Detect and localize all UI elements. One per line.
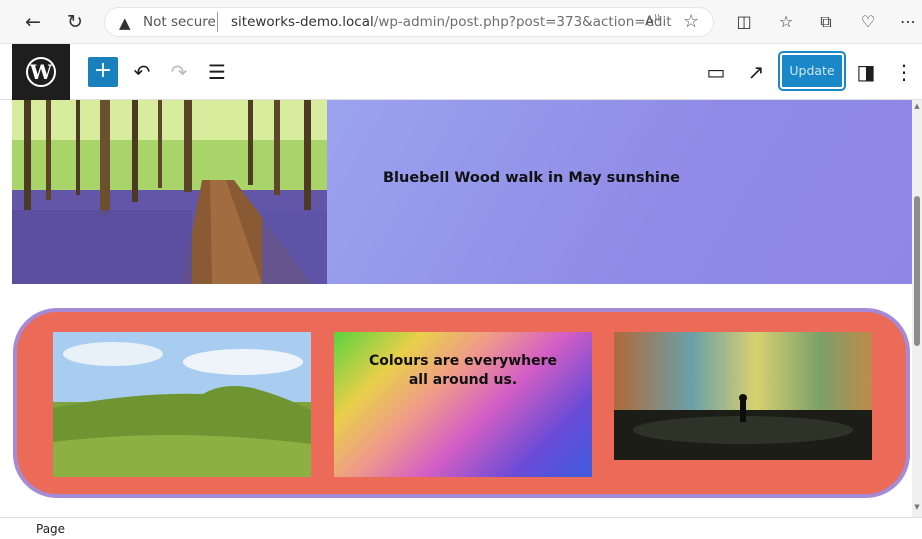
wordpress-logo-button[interactable]: W (12, 44, 70, 100)
media-text-block[interactable]: Bluebell Wood walk in May sunshine (12, 100, 912, 284)
document-overview-icon[interactable]: ☰ (203, 58, 231, 86)
editor-canvas[interactable]: Bluebell Wood walk in May sunshine Colou… (0, 100, 912, 517)
media-text-content[interactable]: Bluebell Wood walk in May sunshine (327, 100, 912, 284)
favorite-star-icon[interactable]: ☆ (683, 11, 699, 32)
warning-icon: ▲ (119, 14, 131, 32)
art-gallery-illustration (614, 332, 872, 460)
breadcrumb[interactable]: Page (36, 522, 65, 536)
art-gallery-image[interactable] (614, 332, 872, 460)
gallery-group-block[interactable]: Colours are everywhere all around us. (13, 308, 910, 498)
editor-toolbar: W + ↶ ↷ ☰ ▭ ↗ Update ◨ ⋮ (0, 44, 922, 100)
view-post-external-icon[interactable]: ↗ (742, 58, 770, 86)
redo-icon[interactable]: ↷ (165, 58, 193, 86)
hill-landscape-image[interactable] (53, 332, 311, 477)
bluebell-wood-image[interactable] (12, 100, 327, 284)
preview-device-icon[interactable]: ▭ (702, 58, 730, 86)
collections-icon[interactable]: ⧉ (814, 10, 838, 34)
read-aloud-icon[interactable]: A)) (645, 13, 660, 29)
update-button[interactable]: Update (780, 53, 844, 89)
scroll-up-arrow-icon[interactable]: ▲ (913, 102, 921, 110)
url-text[interactable]: siteworks-demo.local/wp-admin/post.php?p… (231, 14, 672, 30)
undo-icon[interactable]: ↶ (128, 58, 156, 86)
forest-illustration (12, 100, 327, 284)
gallery-text-line-1[interactable]: Colours are everywhere (334, 352, 592, 371)
scrollbar-thumb[interactable] (914, 196, 920, 346)
hill-illustration (53, 332, 311, 477)
media-text-heading[interactable]: Bluebell Wood walk in May sunshine (383, 170, 680, 186)
address-bar[interactable]: ▲ Not secure siteworks-demo.local/wp-adm… (104, 7, 714, 37)
wordpress-logo-icon: W (26, 57, 56, 87)
browser-essentials-icon[interactable]: ♡ (856, 10, 880, 34)
favorites-icon[interactable]: ☆ (774, 10, 798, 34)
colour-gradient-cover[interactable]: Colours are everywhere all around us. (334, 332, 592, 477)
editor-footer: Page (0, 517, 922, 539)
address-separator (217, 12, 218, 32)
reload-icon[interactable]: ↻ (62, 9, 88, 35)
split-screen-icon[interactable]: ◫ (732, 10, 756, 34)
security-label[interactable]: Not secure (143, 14, 216, 30)
browser-toolbar: ← ↻ ▲ Not secure siteworks-demo.local/wp… (0, 0, 922, 44)
options-menu-icon[interactable]: ⋮ (890, 58, 918, 86)
settings-sidebar-icon[interactable]: ◨ (852, 58, 880, 86)
more-menu-icon[interactable]: ⋯ (896, 10, 920, 34)
gallery-text-line-2[interactable]: all around us. (334, 371, 592, 390)
back-arrow-icon[interactable]: ← (20, 9, 46, 35)
scroll-down-arrow-icon[interactable]: ▼ (913, 503, 921, 511)
vertical-scrollbar[interactable]: ▲ ▼ (912, 100, 922, 517)
add-block-button[interactable]: + (88, 57, 118, 87)
